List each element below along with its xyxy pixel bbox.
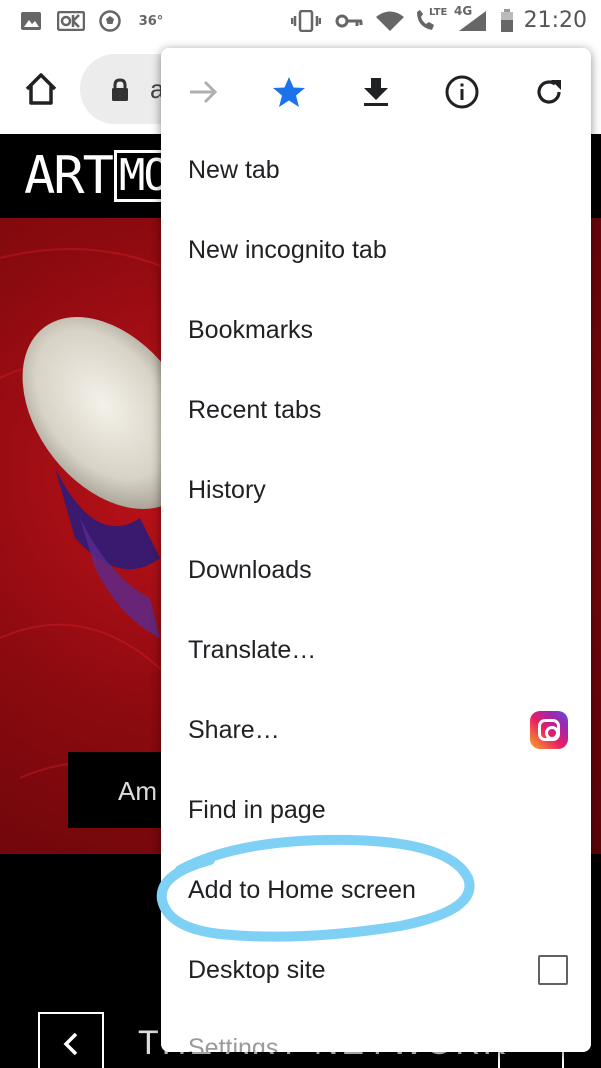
menu-item-downloads[interactable]: Downloads: [188, 530, 568, 610]
chevron-left-icon: [63, 1032, 78, 1056]
key-icon: [334, 10, 364, 32]
menu-item-label: Translate…: [188, 635, 317, 664]
vibrate-icon: [290, 10, 322, 32]
menu-item-bookmarks[interactable]: Bookmarks: [188, 290, 568, 370]
bookmark-star-icon[interactable]: [267, 70, 311, 114]
instagram-icon[interactable]: [530, 711, 568, 749]
previous-button[interactable]: [38, 1012, 104, 1068]
menu-item-label: New incognito tab: [188, 235, 387, 264]
home-icon[interactable]: [22, 70, 60, 108]
status-bar: 36° LTE 4G 21:20: [0, 0, 601, 44]
logo-text: ART: [24, 146, 114, 206]
forward-icon[interactable]: [181, 70, 225, 114]
menu-item-add-to-home-screen[interactable]: Add to Home screen: [188, 850, 568, 930]
menu-icon-row: [161, 48, 591, 134]
menu-item-new-tab[interactable]: New tab: [188, 130, 568, 210]
wifi-icon: [374, 10, 406, 32]
overflow-menu: New tab New incognito tab Bookmarks Rece…: [161, 48, 591, 1052]
menu-item-label: Desktop site: [188, 955, 326, 984]
menu-item-label: Recent tabs: [188, 395, 322, 424]
signal-icon: [456, 10, 488, 32]
menu-item-label: Share…: [188, 715, 280, 744]
site-logo[interactable]: ART MO: [24, 146, 173, 206]
menu-item-recent-tabs[interactable]: Recent tabs: [188, 370, 568, 450]
menu-item-desktop-site[interactable]: Desktop site: [188, 930, 568, 1010]
soccer-ball-icon: [98, 10, 122, 32]
clock: 21:20: [523, 8, 587, 33]
temperature-text: 36°: [138, 13, 164, 29]
menu-item-label: Add to Home screen: [188, 875, 416, 904]
image-icon: [18, 10, 44, 32]
caption-text: Am: [118, 776, 157, 806]
info-icon[interactable]: [440, 70, 484, 114]
menu-item-find-in-page[interactable]: Find in page: [188, 770, 568, 850]
menu-item-label: History: [188, 475, 266, 504]
reload-icon[interactable]: [527, 70, 571, 114]
desktop-site-checkbox[interactable]: [538, 955, 568, 985]
lock-icon: [110, 78, 130, 107]
menu-item-label: Find in page: [188, 795, 326, 824]
ok-icon: [56, 10, 86, 32]
menu-item-new-incognito-tab[interactable]: New incognito tab: [188, 210, 568, 290]
menu-item-settings[interactable]: Settings: [188, 1034, 278, 1052]
menu-item-label: Bookmarks: [188, 315, 314, 344]
menu-item-label: New tab: [188, 155, 280, 184]
battery-icon: [498, 9, 516, 32]
menu-item-translate[interactable]: Translate…: [188, 610, 568, 690]
menu-item-share[interactable]: Share…: [188, 690, 568, 770]
lte-label: LTE: [429, 7, 448, 18]
download-icon[interactable]: [354, 70, 398, 114]
menu-item-label: Downloads: [188, 555, 312, 584]
menu-item-history[interactable]: History: [188, 450, 568, 530]
